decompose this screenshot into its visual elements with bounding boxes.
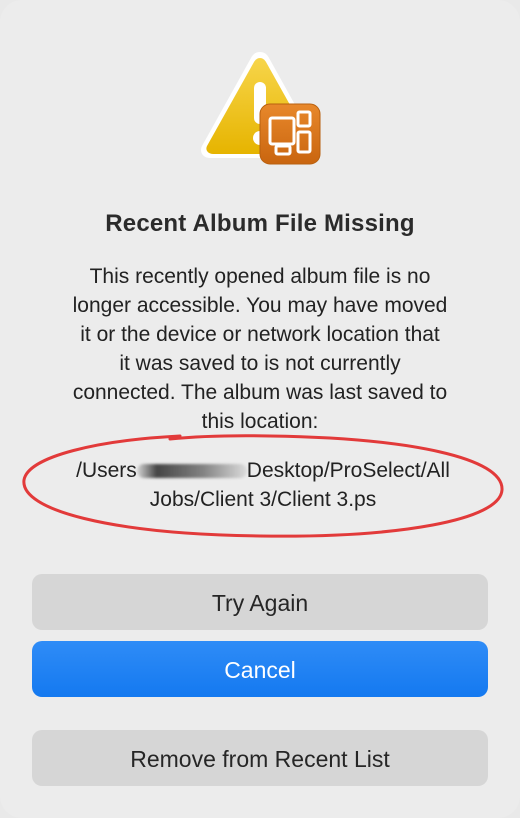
message-line: longer accessible. You may have moved	[72, 294, 448, 317]
try-again-button[interactable]: Try Again	[32, 574, 488, 630]
message-line: connected. The album was last saved to	[72, 381, 448, 404]
path-prefix: /Users	[76, 459, 137, 482]
dialog-title: Recent Album File Missing	[105, 210, 415, 237]
alert-dialog: Recent Album File Missing This recently …	[0, 0, 520, 818]
message-line: it or the device or network location tha…	[80, 323, 440, 346]
message-line: it was saved to is not currently	[119, 352, 401, 375]
file-path: /Users Desktop/ProSelect/All Jobs/Client …	[20, 456, 506, 514]
cancel-button[interactable]: Cancel	[32, 641, 488, 697]
path-suffix: Desktop/ProSelect/All	[246, 459, 450, 482]
proselect-app-icon	[259, 103, 321, 165]
file-path-line-2: Jobs/Client 3/Client 3.ps	[149, 488, 377, 511]
warning-icon	[200, 52, 321, 165]
file-path-line-1: /Users Desktop/ProSelect/All	[20, 456, 506, 485]
dialog-message: This recently opened album file is no lo…	[40, 262, 480, 436]
remove-from-recent-list-button[interactable]: Remove from Recent List	[32, 730, 488, 786]
redacted-username	[136, 464, 247, 479]
file-path-block: /Users Desktop/ProSelect/All Jobs/Client …	[20, 430, 506, 540]
message-line: This recently opened album file is no	[89, 265, 431, 288]
